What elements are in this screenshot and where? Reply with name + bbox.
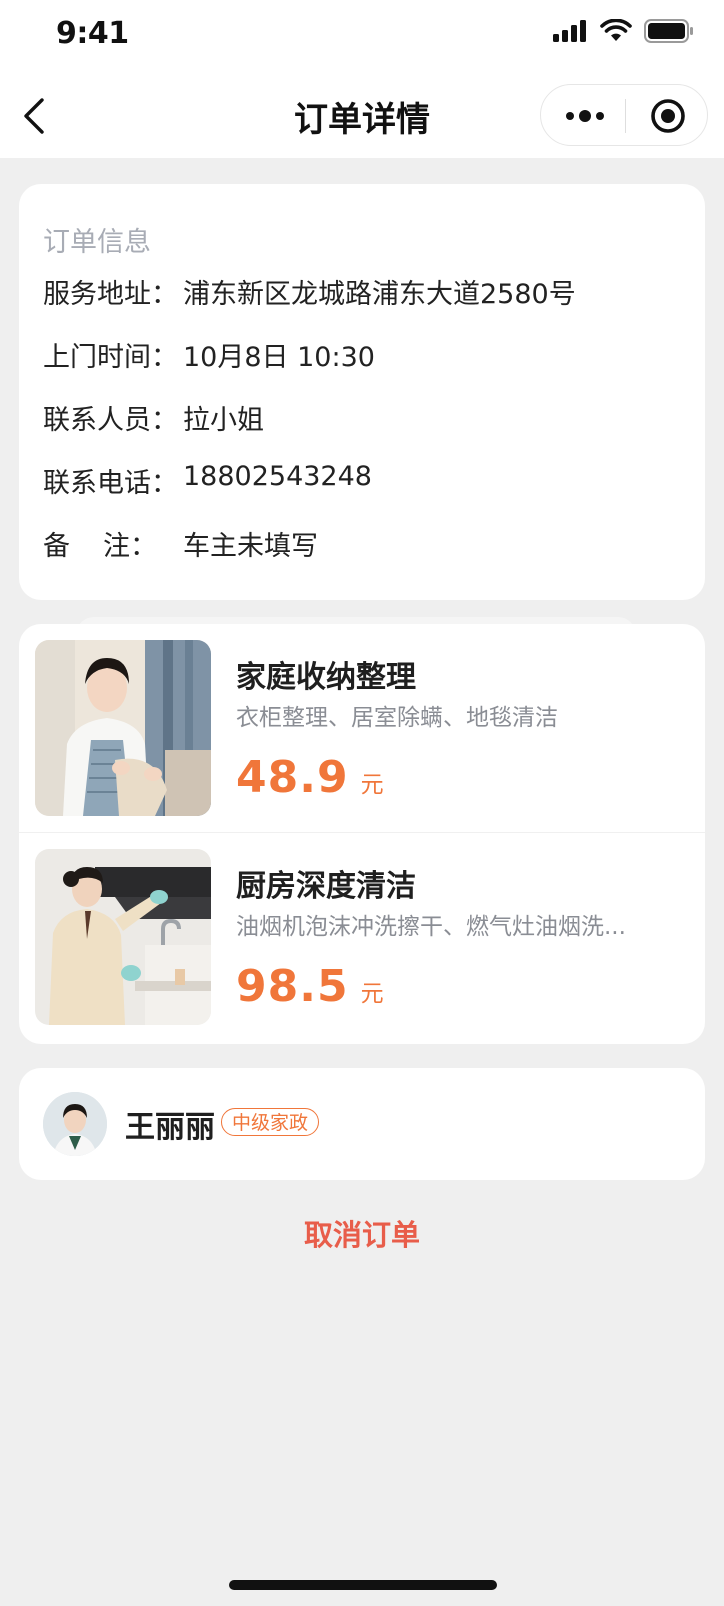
remark-label-part-1: 备 [43,531,70,562]
service-item[interactable]: 家庭收纳整理 衣柜整理、居室除螨、地毯清洁 48.9 元 [19,624,705,832]
top-bar: 9:41 订单详情 [0,0,724,158]
target-icon [649,99,687,139]
order-info-title: 订单信息 [43,227,151,258]
remark-label-part-2: 注： [103,531,157,562]
status-icons [552,18,694,48]
worker-name: 王丽丽 [125,1110,215,1145]
worker-level-badge: 中级家政 [221,1108,320,1136]
mini-program-capsule [540,84,708,146]
contact-phone-label: 联系电话： [43,468,178,499]
service-item-name: 家庭收纳整理 [236,660,416,695]
service-item-desc: 油烟机泡沫冲洗擦干、燃气灶油烟洗... [236,914,626,940]
capsule-divider [625,99,626,133]
wifi-icon [600,18,632,47]
address-value: 浦东新区龙城路浦东大道2580号 [183,279,576,310]
address-label: 服务地址： [43,279,178,310]
order-info-card: 订单信息 服务地址： 浦东新区龙城路浦东大道2580号 上门时间： 10月8日 … [19,184,705,600]
price-unit: 元 [360,981,384,1007]
remark-row: 备 注： 车主未填写 [43,524,318,563]
more-icon [566,110,604,122]
service-item-price: 48.9 元 [236,752,384,803]
contact-phone-row: 联系电话： 18802543248 [43,461,372,500]
more-button[interactable] [563,100,607,132]
battery-icon [644,18,694,48]
visit-time-label: 上门时间： [43,342,178,373]
worker-card[interactable]: 王丽丽 中级家政 [19,1068,705,1180]
cancel-order-button[interactable]: 取消订单 [0,1212,724,1254]
worker-avatar [43,1092,107,1156]
service-items-card: 家庭收纳整理 衣柜整理、居室除螨、地毯清洁 48.9 元 厨房深度清洁 油烟机泡… [19,624,705,1044]
price-value: 98.5 [236,961,349,1012]
service-item-desc: 衣柜整理、居室除螨、地毯清洁 [236,705,558,731]
visit-time-row: 上门时间： 10月8日 10:30 [43,335,375,374]
contact-person-label: 联系人员： [43,405,178,436]
home-indicator [229,1580,497,1590]
remark-label: 备 注： [43,524,157,563]
contact-phone-value[interactable]: 18802543248 [183,461,372,500]
signal-icon [552,19,588,47]
service-item-price: 98.5 元 [236,961,384,1012]
service-item[interactable]: 厨房深度清洁 油烟机泡沫冲洗擦干、燃气灶油烟洗... 98.5 元 [19,832,705,1041]
remark-value: 车主未填写 [183,531,318,562]
service-item-image [35,849,211,1025]
service-item-image [35,640,211,816]
service-item-name: 厨房深度清洁 [236,869,416,904]
address-row: 服务地址： 浦东新区龙城路浦东大道2580号 [43,272,576,311]
contact-person-row: 联系人员： 拉小姐 [43,398,264,437]
status-time: 9:41 [56,16,129,51]
close-mini-program-button[interactable] [649,97,687,135]
visit-time-value: 10月8日 10:30 [183,342,375,373]
price-unit: 元 [360,772,384,798]
price-value: 48.9 [236,752,349,803]
contact-person-value: 拉小姐 [183,405,264,436]
